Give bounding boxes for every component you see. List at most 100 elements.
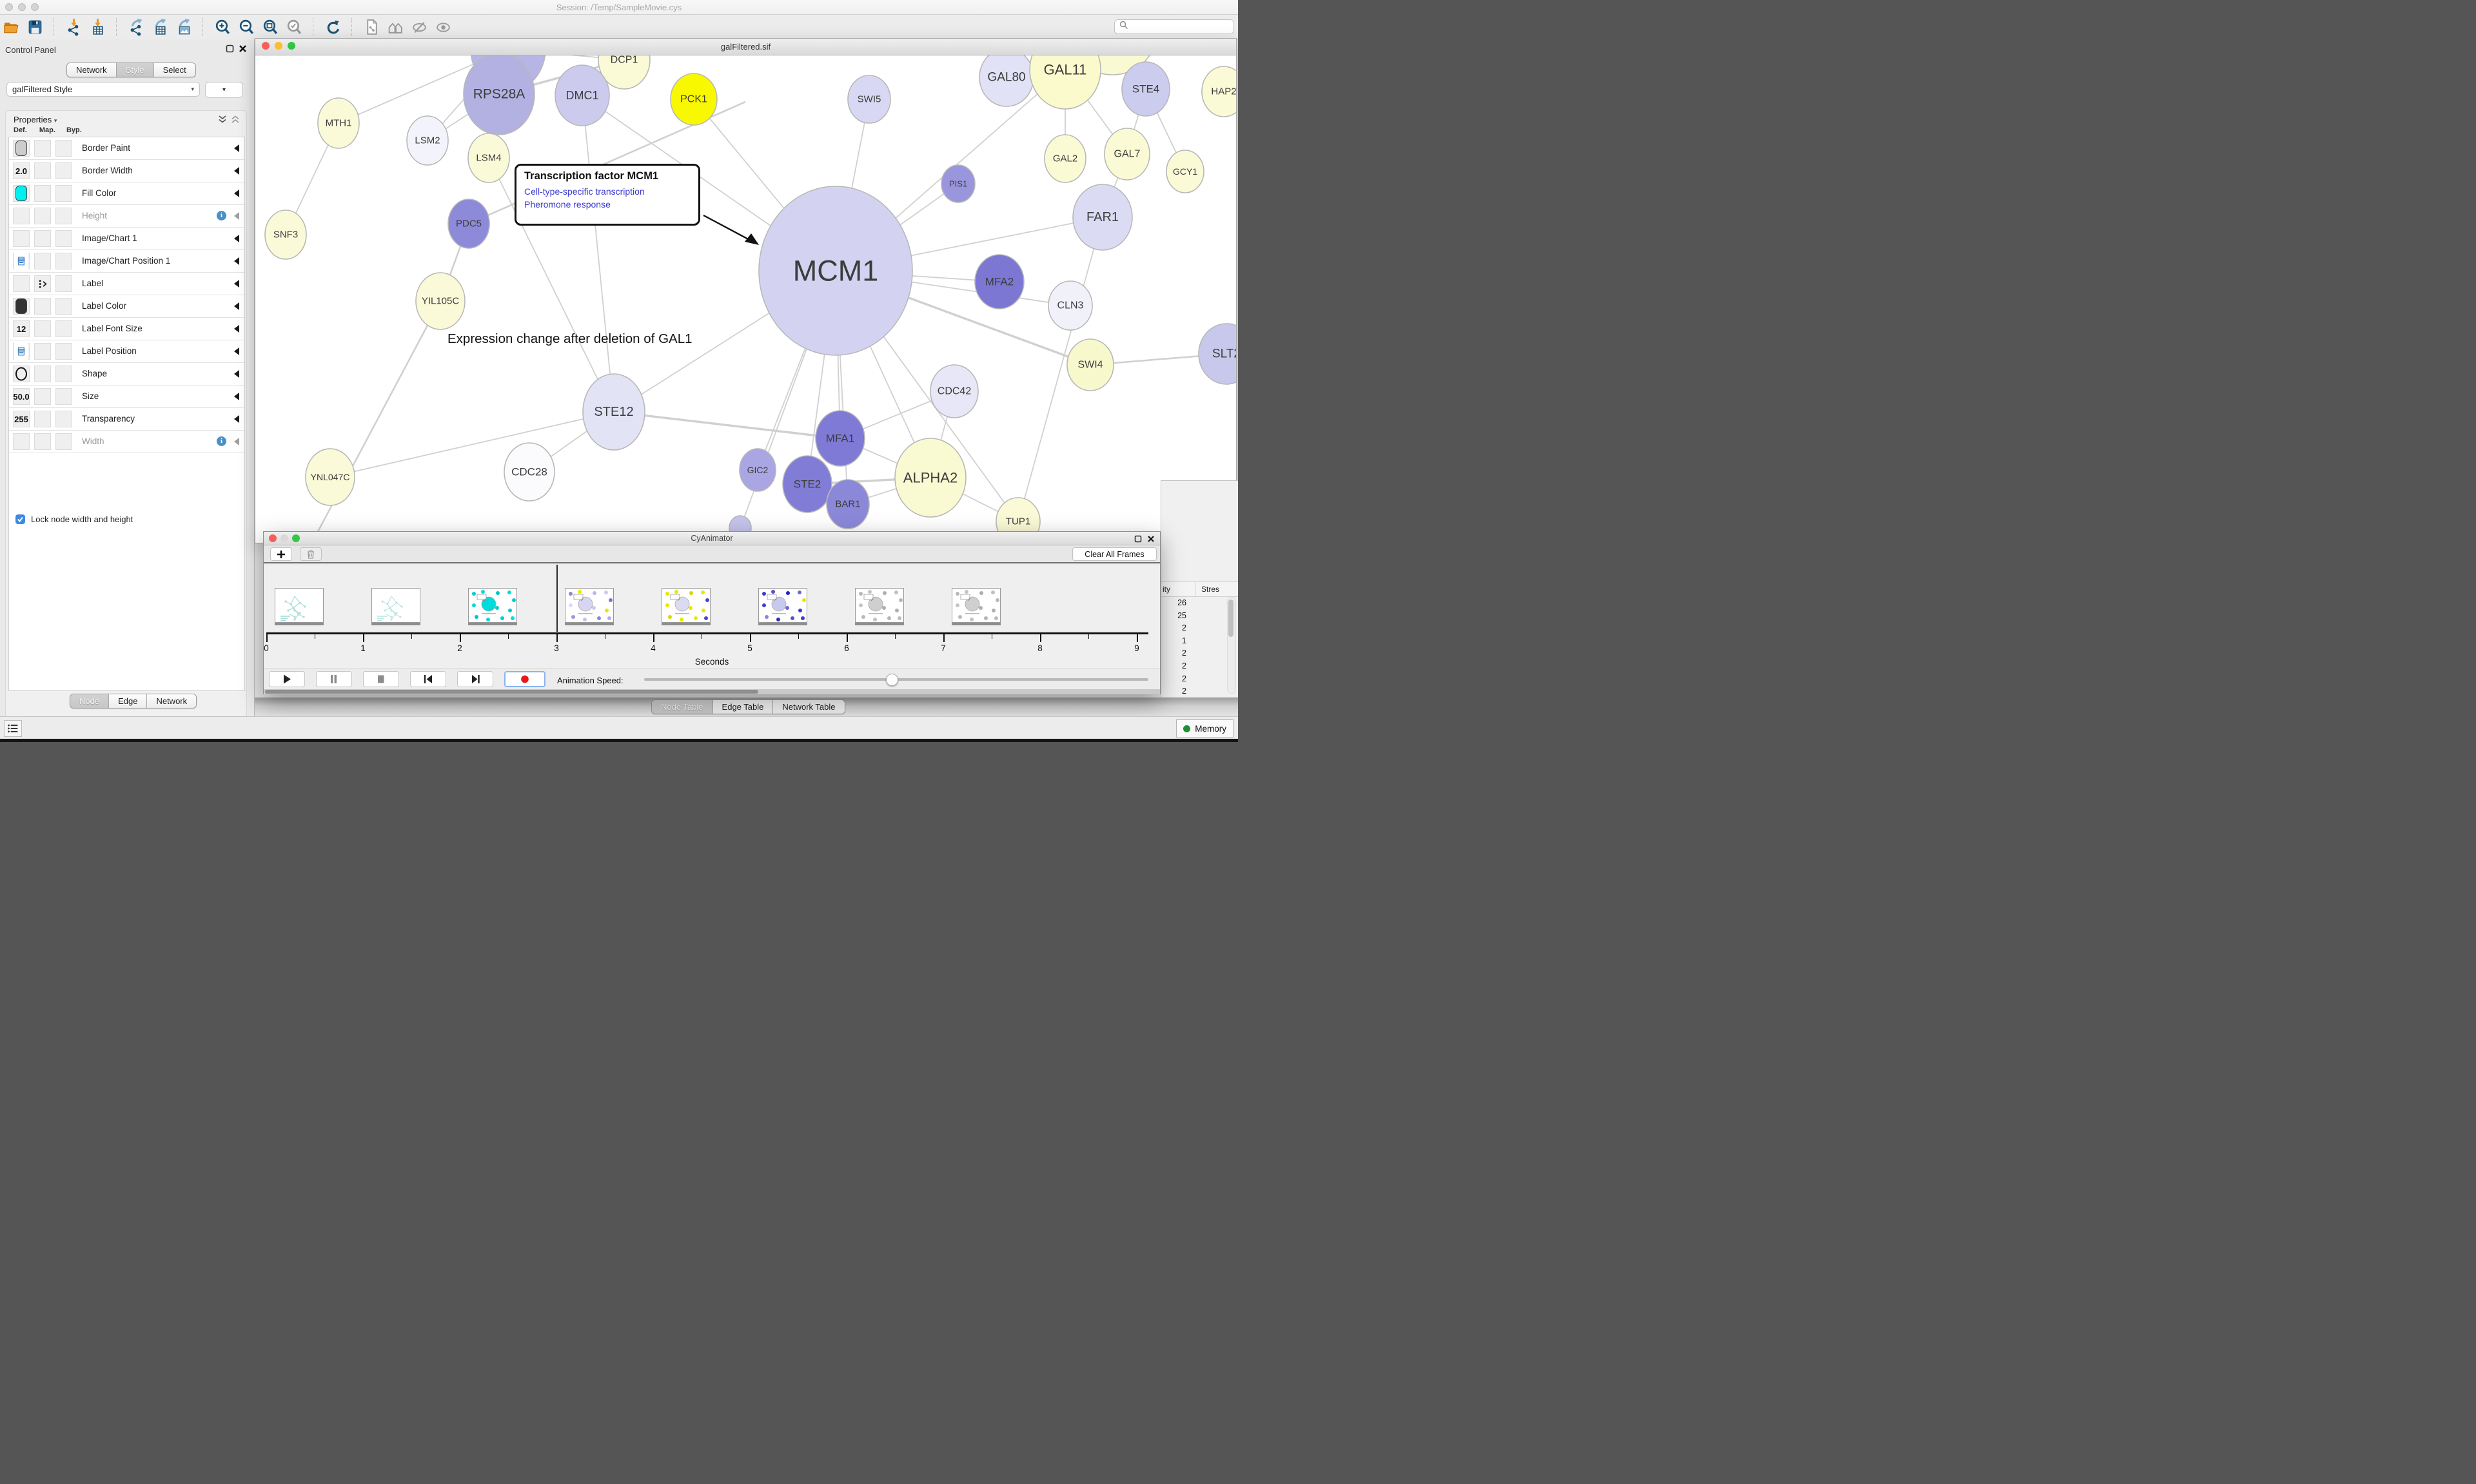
expand-property-icon[interactable]	[234, 144, 239, 152]
add-frame-button[interactable]	[270, 547, 292, 561]
style-target-tab-network[interactable]: Network	[147, 694, 196, 708]
default-value-cell[interactable]	[13, 343, 30, 360]
tab-node-table[interactable]: Node Table	[652, 700, 713, 714]
close-panel-icon[interactable]	[1147, 534, 1155, 546]
float-panel-icon[interactable]	[1134, 534, 1142, 546]
expand-property-icon[interactable]	[234, 347, 239, 355]
import-table-icon[interactable]	[89, 17, 106, 37]
graph-node-gal11[interactable]: GAL11	[1030, 55, 1101, 109]
graph-node-pck1[interactable]: PCK1	[671, 73, 717, 125]
default-value-cell[interactable]: 50.0	[13, 388, 30, 405]
mapping-cell[interactable]	[34, 140, 51, 157]
mapping-cell[interactable]	[34, 275, 51, 292]
expand-property-icon[interactable]	[234, 325, 239, 333]
graph-node-cln3[interactable]: CLN3	[1048, 281, 1092, 330]
graph-node-rps28a[interactable]: RPS28A	[464, 55, 535, 135]
default-value-cell[interactable]	[13, 253, 30, 269]
graph-node-cdc42[interactable]: CDC42	[930, 365, 978, 418]
graph-node-swi4[interactable]: SWI4	[1067, 339, 1114, 391]
graph-node-ste2[interactable]: STE2	[783, 456, 832, 513]
animation-frame-thumbnail[interactable]	[565, 588, 614, 623]
graph-node-lsm2[interactable]: LSM2	[407, 116, 448, 165]
graph-node-ynl047c[interactable]: YNL047C	[306, 449, 355, 505]
expand-all-icon[interactable]	[218, 115, 227, 127]
graph-node-pis1[interactable]: PIS1	[941, 165, 975, 202]
tab-style[interactable]: Style	[117, 63, 154, 77]
bypass-cell[interactable]	[55, 230, 72, 247]
mapping-cell[interactable]	[34, 298, 51, 315]
animation-frame-thumbnail[interactable]	[275, 588, 324, 623]
default-value-cell[interactable]	[13, 366, 30, 382]
graph-node-mth1[interactable]: MTH1	[318, 98, 359, 148]
network-snapshot-icon[interactable]	[363, 17, 380, 37]
animation-frame-thumbnail[interactable]	[952, 588, 1001, 623]
expand-property-icon[interactable]	[234, 235, 239, 242]
record-button[interactable]	[504, 671, 545, 687]
graph-node-far1[interactable]: FAR1	[1073, 184, 1132, 250]
mapping-cell[interactable]	[34, 162, 51, 179]
property-row-image-chart-1[interactable]: Image/Chart 1	[9, 228, 244, 250]
graph-node-gcy1[interactable]: GCY1	[1166, 150, 1204, 193]
memory-button[interactable]: Memory	[1176, 719, 1233, 737]
animation-frame-thumbnail[interactable]	[855, 588, 904, 623]
cyanimator-scrollbar[interactable]	[264, 689, 1160, 694]
default-value-cell[interactable]	[13, 185, 30, 202]
default-value-cell[interactable]: 2.0	[13, 162, 30, 179]
task-history-button[interactable]	[4, 720, 22, 737]
slider-knob[interactable]	[886, 674, 898, 686]
bypass-cell[interactable]	[55, 320, 72, 337]
mapping-cell[interactable]	[34, 388, 51, 405]
property-row-border-width[interactable]: 2.0Border Width	[9, 160, 244, 182]
bypass-cell[interactable]	[55, 185, 72, 202]
graph-node-gic2[interactable]: GIC2	[740, 449, 776, 491]
default-value-cell[interactable]	[13, 230, 30, 247]
default-value-cell[interactable]	[13, 275, 30, 292]
zoom-fit-icon[interactable]	[262, 17, 279, 37]
mapping-cell[interactable]	[34, 320, 51, 337]
graph-node-ste4[interactable]: STE4	[1122, 62, 1170, 116]
bypass-cell[interactable]	[55, 208, 72, 224]
property-row-shape[interactable]: Shape	[9, 363, 244, 386]
bypass-cell[interactable]	[55, 140, 72, 157]
graph-node-dmc1[interactable]: DMC1	[555, 65, 609, 126]
tab-network[interactable]: Network	[67, 63, 117, 77]
import-network-icon[interactable]	[65, 17, 82, 37]
mapping-cell[interactable]	[34, 208, 51, 224]
graph-node-gal80[interactable]: GAL80	[979, 55, 1034, 106]
default-value-cell[interactable]	[13, 208, 30, 224]
bypass-cell[interactable]	[55, 433, 72, 450]
tab-edge-table[interactable]: Edge Table	[713, 700, 774, 714]
network-window-titlebar[interactable]: galFiltered.sif	[255, 39, 1236, 55]
property-row-label-color[interactable]: Label Color	[9, 295, 244, 318]
graph-node-alpha2[interactable]: ALPHA2	[895, 438, 966, 517]
expand-property-icon[interactable]	[234, 280, 239, 288]
float-panel-icon[interactable]	[226, 44, 235, 54]
property-row-border-paint[interactable]: Border Paint	[9, 137, 244, 160]
annotation-box[interactable]: Transcription factor MCM1 Cell-type-spec…	[515, 164, 700, 226]
close-panel-icon[interactable]	[239, 44, 248, 54]
clear-all-frames-button[interactable]: Clear All Frames	[1072, 547, 1157, 561]
animation-frame-thumbnail[interactable]	[371, 588, 420, 623]
animation-frame-thumbnail[interactable]	[468, 588, 517, 623]
show-panel-icon[interactable]	[435, 17, 451, 37]
hide-panel-icon[interactable]	[411, 17, 427, 37]
graph-node-pdc5[interactable]: PDC5	[448, 199, 489, 248]
cyanimator-timeline[interactable]: 0123456789 Seconds	[264, 565, 1160, 668]
graph-node-bar1[interactable]: BAR1	[827, 480, 869, 529]
search-box[interactable]	[1114, 19, 1234, 34]
timeline-playhead[interactable]	[556, 565, 558, 632]
info-icon[interactable]: i	[217, 211, 226, 220]
graph-node-gal2[interactable]: GAL2	[1045, 135, 1086, 182]
apply-layout-icon[interactable]	[324, 17, 341, 37]
collapse-all-icon[interactable]	[231, 115, 240, 127]
graph-node-yil105c[interactable]: YIL105C	[416, 273, 465, 329]
graph-node-mfa2[interactable]: MFA2	[975, 255, 1024, 309]
skip-start-button[interactable]	[410, 671, 446, 687]
zoom-selected-icon[interactable]	[286, 17, 302, 37]
default-value-cell[interactable]: 255	[13, 411, 30, 427]
cyanimator-titlebar[interactable]: CyAnimator	[264, 532, 1160, 545]
property-row-size[interactable]: 50.0Size	[9, 386, 244, 408]
save-session-icon[interactable]	[26, 17, 43, 37]
table-header-row[interactable]: ity Stres	[1161, 581, 1238, 597]
network-canvas[interactable]: RPS28BDCP1RPS28ADMC1PCK1SWI5MTH1GAL80GAL…	[255, 55, 1236, 543]
